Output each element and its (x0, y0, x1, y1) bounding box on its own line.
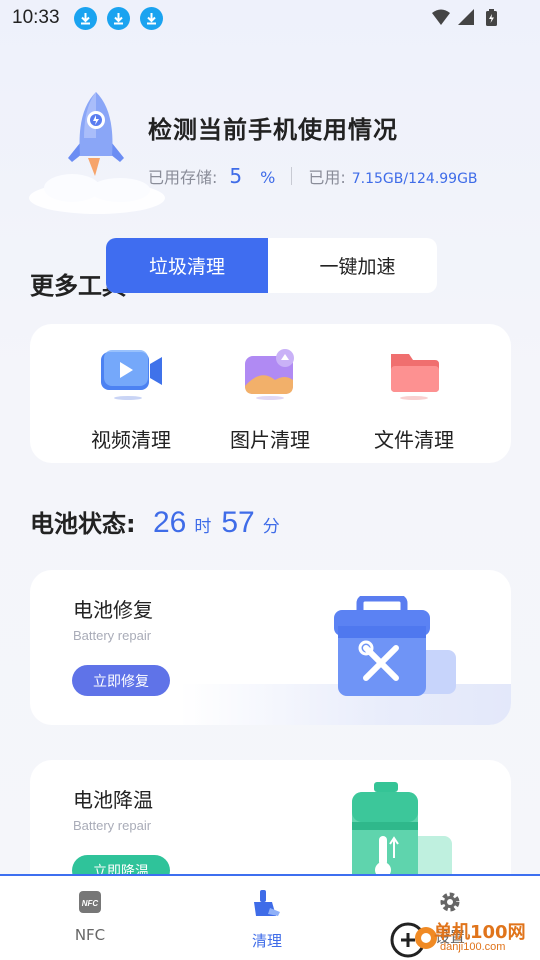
download-icon (140, 7, 163, 30)
wifi-icon (432, 9, 450, 25)
tool-video-clean[interactable]: 视频清理 (66, 346, 196, 453)
tools-card: 视频清理 图片清理 文件清理 (30, 324, 511, 463)
hero-title: 检测当前手机使用情况 (148, 116, 398, 144)
used-value: 7.15GB/124.99GB (351, 171, 478, 187)
nav-clean[interactable]: 清理 (222, 890, 312, 951)
battery-minutes: 57 (221, 506, 255, 539)
repair-now-button[interactable]: 立即修复 (72, 665, 170, 696)
storage-label: 已用存储: (148, 168, 218, 187)
battery-hours: 26 (153, 506, 187, 539)
card-subtitle: Battery repair (73, 818, 152, 833)
gear-icon (405, 890, 495, 918)
storage-unit: % (260, 168, 276, 187)
minutes-unit: 分 (262, 517, 280, 537)
svg-text:NFC: NFC (82, 899, 99, 908)
download-icon (74, 7, 97, 30)
toolbox-icon (330, 594, 460, 700)
signal-icon (458, 9, 474, 25)
card-title: 电池降温 (73, 788, 153, 812)
tool-label: 文件清理 (374, 428, 454, 452)
image-icon (235, 346, 305, 402)
video-icon (96, 346, 166, 402)
rocket-illustration (22, 88, 172, 218)
clock: 10:33 (12, 7, 60, 28)
system-icons (430, 8, 502, 32)
tool-file-clean[interactable]: 文件清理 (349, 346, 479, 453)
used-label: 已用: (308, 168, 346, 187)
battery-repair-card[interactable]: 电池修复 Battery repair 立即修复 (30, 570, 511, 725)
tool-label: 图片清理 (230, 428, 310, 452)
storage-value: 5 (229, 164, 243, 188)
nav-label: NFC (74, 926, 106, 944)
tool-image-clean[interactable]: 图片清理 (205, 346, 335, 453)
broom-icon (222, 890, 312, 922)
hours-unit: 时 (194, 517, 212, 537)
storage-summary: 已用存储: 5 % 已用: 7.15GB/124.99GB (148, 164, 478, 188)
tab-speed-up[interactable]: 一键加速 (278, 238, 437, 293)
divider (291, 167, 293, 185)
nfc-icon: NFC (45, 890, 135, 918)
status-bar: 10:33 (0, 0, 540, 36)
tab-junk-clean[interactable]: 垃圾清理 (106, 238, 268, 293)
battery-charging-icon (486, 9, 497, 26)
card-subtitle: Battery repair (73, 628, 152, 643)
download-icon (107, 7, 130, 30)
folder-icon (379, 346, 449, 402)
nav-nfc[interactable]: NFC NFC (45, 890, 135, 944)
clean-tabs: 垃圾清理 一键加速 (106, 238, 437, 293)
tool-label: 视频清理 (91, 428, 171, 452)
card-title: 电池修复 (73, 598, 153, 622)
watermark-logo: 单机100网 danji100.com (388, 916, 540, 960)
nav-label: 清理 (251, 932, 282, 950)
watermark-url: danji100.com (440, 941, 506, 953)
battery-status-title: 电池状态: (30, 510, 136, 538)
battery-remaining-time: 26 时 57 分 (153, 506, 290, 540)
